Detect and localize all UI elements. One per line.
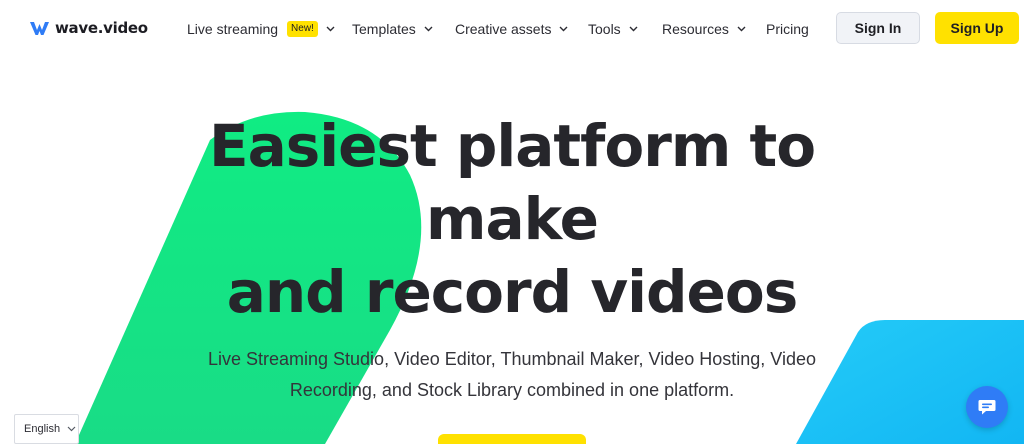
nav-pricing-label: Pricing <box>766 21 809 37</box>
chevron-down-icon <box>629 26 638 32</box>
hero-subtitle: Live Streaming Studio, Video Editor, Thu… <box>170 344 854 406</box>
nav-creative-assets[interactable]: Creative assets <box>455 19 568 39</box>
nav-live-streaming[interactable]: Live streaming New! <box>187 19 335 39</box>
sign-up-button[interactable]: Sign Up <box>935 12 1019 44</box>
hero-subtitle-line: Recording, and Stock Library combined in… <box>289 380 735 400</box>
chevron-down-icon <box>559 26 568 32</box>
nav-resources[interactable]: Resources <box>662 19 746 39</box>
wave-logo-icon <box>30 22 49 35</box>
nav-pricing[interactable]: Pricing <box>766 19 809 39</box>
hero-title-line: and record videos <box>226 258 799 326</box>
nav-resources-label: Resources <box>662 21 729 37</box>
chat-button[interactable] <box>966 386 1008 428</box>
chevron-down-icon <box>67 426 76 432</box>
site-header: wave.video Live streaming New! Templates… <box>0 0 1024 57</box>
hero-subtitle-line: Live Streaming Studio, Video Editor, Thu… <box>207 349 817 369</box>
hero-title: Easiest platform to make and record vide… <box>162 110 862 329</box>
nav-templates[interactable]: Templates <box>352 19 433 39</box>
nav-tools-label: Tools <box>588 21 621 37</box>
nav-live-streaming-label: Live streaming <box>187 21 279 37</box>
chevron-down-icon <box>326 26 335 32</box>
new-badge: New! <box>287 21 318 37</box>
chevron-down-icon <box>737 26 746 32</box>
brand-logo[interactable]: wave.video <box>29 17 148 39</box>
page: wave.video Live streaming New! Templates… <box>0 0 1024 444</box>
nav-creative-assets-label: Creative assets <box>455 21 552 37</box>
hero-title-line: Easiest platform to <box>208 112 816 180</box>
nav-templates-label: Templates <box>352 21 416 37</box>
language-select[interactable]: English <box>14 414 79 444</box>
chat-bubble-icon <box>978 400 996 415</box>
nav-tools[interactable]: Tools <box>588 19 638 39</box>
language-select-value: English <box>24 423 61 435</box>
hero-title-line: make <box>426 185 599 253</box>
hero-cta-button[interactable] <box>438 434 586 444</box>
chevron-down-icon <box>424 26 433 32</box>
sign-in-button[interactable]: Sign In <box>836 12 920 44</box>
brand-name: wave.video <box>55 19 148 37</box>
